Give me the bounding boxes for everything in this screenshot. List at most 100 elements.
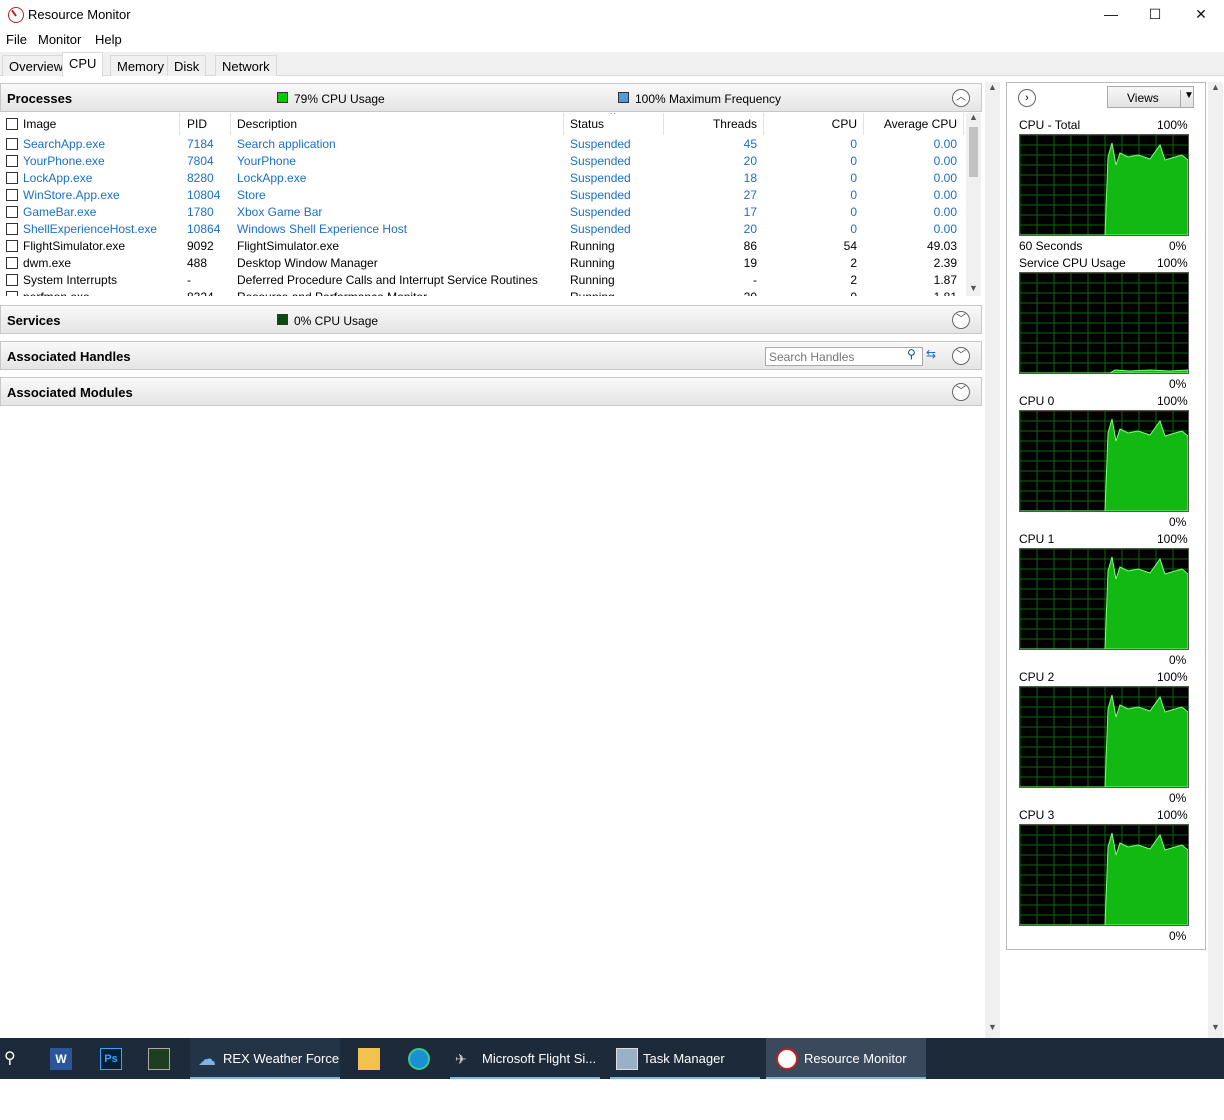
cpu-graph-plot [1019,272,1189,374]
collapse-processes-icon[interactable]: ︿ [952,89,970,107]
cpu-graph [1019,824,1189,926]
graph-title: CPU 0 [1019,394,1055,408]
cell-desc: Windows Shell Experience Host [237,222,408,236]
tab-disk[interactable]: Disk [167,55,207,76]
row-checkbox[interactable] [6,240,18,252]
select-all-checkbox[interactable] [6,118,18,130]
cell-desc: Store [237,188,266,202]
taskbar-flight-simulator[interactable]: ✈ Microsoft Flight Si... [450,1038,600,1079]
menu-help[interactable]: Help [95,32,122,47]
table-row[interactable]: LockApp.exe 8280 LockApp.exe Suspended 18 0 0.… [0,170,966,187]
modules-header[interactable]: Associated Modules ﹀ [0,377,982,406]
menu-file[interactable]: File [6,32,27,47]
cell-image: LockApp.exe [23,171,93,185]
tab-overview[interactable]: Overview [2,55,71,76]
right-scroll-up-icon[interactable]: ▲ [1211,82,1220,92]
row-checkbox[interactable] [6,206,18,218]
file-explorer-icon[interactable] [358,1048,380,1070]
table-row[interactable]: perfmon.exe 8324 Resource and Performance … [0,289,966,296]
col-image[interactable]: Image [0,113,180,135]
taskbar-task-manager[interactable]: Task Manager [610,1038,760,1079]
graph-max-label: 100% [1157,118,1188,132]
title-bar: Resource Monitor — ☐ ✕ [0,0,1224,30]
cell-pid: 8324 [187,289,231,296]
expand-services-icon[interactable]: ﹀ [952,311,970,329]
row-checkbox[interactable] [6,138,18,150]
cell-status: Running [570,239,615,253]
processes-scroll-thumb[interactable] [969,127,978,177]
processes-table: Image PID Description Status ˄ Threads C… [0,113,966,296]
minimize-button[interactable]: — [1088,0,1134,30]
search-icon[interactable]: ⚲ [907,347,916,361]
search-handles-input[interactable] [765,347,923,366]
cell-cpu: 2 [850,256,857,270]
col-description[interactable]: Description [231,113,564,135]
row-checkbox[interactable] [6,172,18,184]
maximize-button[interactable]: ☐ [1132,0,1178,30]
col-cpu[interactable]: CPU [764,113,864,135]
close-button[interactable]: ✕ [1178,0,1224,30]
row-checkbox[interactable] [6,257,18,269]
tab-memory[interactable]: Memory [110,55,171,76]
taskbar: ⚲ W Ps ☁ REX Weather Force ... ✈ Microso… [0,1038,1224,1107]
refresh-search-icon[interactable]: ⇆ [926,347,942,363]
cell-status: Running [570,273,615,287]
cpu-graph-plot [1019,548,1189,650]
scroll-down-icon[interactable]: ▼ [969,283,978,293]
cpu-usage-legend-icon [277,92,288,103]
table-row[interactable]: SearchApp.exe 7184 Search application Suspe… [0,136,966,153]
main-scroll-down-icon[interactable]: ▼ [988,1022,997,1032]
cell-pid: 1780 [187,205,214,219]
menu-monitor[interactable]: Monitor [38,32,81,47]
table-row[interactable]: ShellExperienceHost.exe 10864 Windows Shel… [0,221,966,238]
word-icon[interactable]: W [50,1048,72,1070]
table-row[interactable]: dwm.exe 488 Desktop Window Manager Running 1… [0,255,966,272]
views-chevron-down-icon[interactable]: ▼ [1180,90,1194,108]
left-pane: Processes 79% CPU Usage 100% Maximum Fre… [0,80,984,1038]
cell-desc: FlightSimulator.exe [237,239,340,253]
main-scrollbar[interactable]: ▲ ▼ [985,82,1000,1038]
col-average-cpu[interactable]: Average CPU [864,113,964,135]
expand-modules-icon[interactable]: ﹀ [952,383,970,401]
table-row[interactable]: WinStore.App.exe 10804 Store Suspended 27 0 0.… [0,187,966,204]
taskbar-resource-monitor[interactable]: Resource Monitor [766,1038,926,1079]
row-checkbox[interactable] [6,223,18,235]
cell-desc: Resource and Performance Monitor [237,289,562,296]
resource-monitor-icon [776,1048,798,1070]
table-row[interactable]: YourPhone.exe 7804 YourPhone Suspended 20 0 0.… [0,153,966,170]
cell-threads: 45 [743,137,757,151]
table-row[interactable]: GameBar.exe 1780 Xbox Game Bar Suspended 17 0… [0,204,966,221]
graphs-pane: › Views ▼ CPU - Total 100% 60 Seconds 0% Ser… [1006,82,1206,950]
col-threads[interactable]: Threads [664,113,764,135]
tab-network[interactable]: Network [215,55,277,76]
row-checkbox[interactable] [6,155,18,167]
collapse-graphs-icon[interactable]: › [1018,89,1036,107]
row-checkbox[interactable] [6,291,18,296]
processes-max-frequency: 100% Maximum Frequency [635,92,782,106]
main-scroll-up-icon[interactable]: ▲ [988,82,997,92]
photoshop-icon[interactable]: Ps [100,1048,122,1070]
row-checkbox[interactable] [6,189,18,201]
services-header[interactable]: Services 0% CPU Usage ﹀ [0,305,982,334]
graph-min-label: 0% [1169,239,1187,253]
processes-scrollbar[interactable]: ▲ ▼ [966,112,981,296]
table-row[interactable]: FlightSimulator.exe 9092 FlightSimulator.e… [0,238,966,255]
col-pid[interactable]: PID [180,113,231,135]
cell-desc: Deferred Procedure Calls and Interrupt S… [237,273,538,287]
edge-icon[interactable] [408,1048,430,1070]
cell-cpu: 0 [764,289,857,296]
right-scroll-down-icon[interactable]: ▼ [1211,1022,1220,1032]
handles-header[interactable]: Associated Handles ⚲ ⇆ ﹀ [0,341,982,370]
tab-cpu[interactable]: CPU [62,52,104,77]
performance-monitor-icon[interactable] [148,1048,170,1070]
scroll-up-icon[interactable]: ▲ [969,112,978,122]
processes-header[interactable]: Processes 79% CPU Usage 100% Maximum Fre… [0,83,982,112]
expand-handles-icon[interactable]: ﹀ [952,347,970,365]
cell-avg: 0.00 [933,222,957,236]
table-row[interactable]: System Interrupts - Deferred Procedure Cal… [0,272,966,289]
views-dropdown[interactable]: Views ▼ [1107,86,1194,108]
taskbar-rex-weather[interactable]: ☁ REX Weather Force ... [190,1038,340,1107]
right-scrollbar[interactable]: ▲ ▼ [1208,82,1223,1038]
row-checkbox[interactable] [6,274,18,286]
search-icon[interactable]: ⚲ [4,1048,16,1068]
